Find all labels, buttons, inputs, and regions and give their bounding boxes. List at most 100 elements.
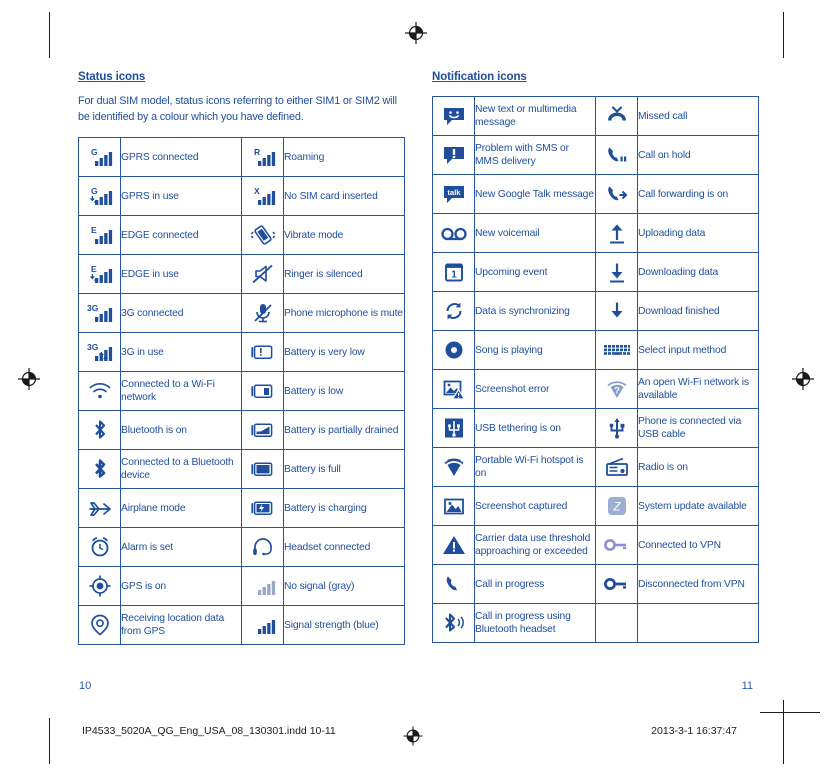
icon-label: Missed call xyxy=(637,96,759,136)
gps-on-icon xyxy=(78,566,121,606)
signal-bars-g-icon: G xyxy=(78,137,121,177)
signal-bars-3g-active-icon: 3G xyxy=(86,341,114,363)
icon-label: Portable Wi-Fi hotspot is on xyxy=(474,447,596,487)
vpn-disconnected-icon xyxy=(595,564,638,604)
usb-tethering-icon xyxy=(432,408,475,448)
missed-call-icon xyxy=(595,96,638,136)
table-row: Portable Wi-Fi hotspot is on Radio is on xyxy=(432,447,759,487)
signal-bars-r-icon: R xyxy=(241,137,284,177)
icon-label: Battery is very low xyxy=(283,332,405,372)
signal-bars-3g-active-icon: 3G xyxy=(78,332,121,372)
icon-label: Call forwarding is on xyxy=(637,174,759,214)
table-row: Song is playing Select input method xyxy=(432,330,759,370)
table-row: talk New Google Talk message Call forward… xyxy=(432,174,759,214)
icon-label: Problem with SMS or MMS delivery xyxy=(474,135,596,175)
icon-label: Upcoming event xyxy=(474,252,596,292)
alarm-clock-icon xyxy=(88,535,112,559)
calendar-event-icon: 1 xyxy=(443,261,465,283)
status-icons-table: G GPRS connected R Roaming G GPRS in use X No … xyxy=(78,137,405,645)
usb-cable-icon xyxy=(606,416,628,440)
table-row: Problem with SMS or MMS delivery Call on… xyxy=(432,135,759,175)
alarm-clock-icon xyxy=(78,527,121,567)
registration-mark-top xyxy=(405,22,427,44)
icon-label: Battery is charging xyxy=(283,488,405,528)
voicemail-icon xyxy=(440,223,468,243)
call-in-progress-icon xyxy=(443,573,465,595)
table-row: Carrier data use threshold approaching o… xyxy=(432,525,759,565)
table-row: Call in progress Disconnected from VPN xyxy=(432,564,759,604)
icon-label: Select input method xyxy=(637,330,759,370)
wifi-hotspot-icon xyxy=(432,447,475,487)
icon-label: Song is playing xyxy=(474,330,596,370)
radio-icon xyxy=(595,447,638,487)
bluetooth-call-icon xyxy=(441,611,467,635)
gps-receiving-icon xyxy=(78,605,121,645)
battery-very-low-icon xyxy=(241,332,284,372)
screenshot-captured-icon xyxy=(432,486,475,526)
svg-text:E: E xyxy=(91,264,97,274)
crop-mark-bottom-right-horizontal xyxy=(760,712,820,713)
battery-low-icon xyxy=(241,371,284,411)
table-row: Connected to a Bluetooth device Battery … xyxy=(78,449,405,489)
status-icons-page: Status icons For dual SIM model, status … xyxy=(78,70,405,645)
print-timestamp: 2013-3-1 16:37:47 xyxy=(651,725,737,737)
signal-bars-g-active-icon: G xyxy=(86,185,114,207)
table-row: G GPRS connected R Roaming xyxy=(78,137,405,177)
svg-text:?: ? xyxy=(614,386,620,397)
bluetooth-connected-icon xyxy=(90,457,110,481)
icon-label: USB tethering is on xyxy=(474,408,596,448)
table-row: Call in progress using Bluetooth headset xyxy=(432,603,759,643)
svg-text:1: 1 xyxy=(451,270,457,281)
svg-text:talk: talk xyxy=(447,188,461,197)
status-icons-intro: For dual SIM model, status icons referri… xyxy=(78,95,397,123)
icon-label: No SIM card inserted xyxy=(283,176,405,216)
table-row: Airplane mode Battery is charging xyxy=(78,488,405,528)
missed-call-icon xyxy=(605,106,629,126)
download-arrow-icon xyxy=(595,252,638,292)
screenshot-error-icon xyxy=(442,378,466,400)
message-problem-icon xyxy=(442,144,466,166)
battery-full-icon xyxy=(241,449,284,489)
page-number-left: 10 xyxy=(79,680,92,692)
headset-icon xyxy=(251,536,275,558)
crop-mark-top-left xyxy=(49,12,50,58)
signal-bars-e-icon: E xyxy=(78,215,121,255)
svg-text:G: G xyxy=(91,147,98,157)
battery-partial-icon xyxy=(241,410,284,450)
table-row: 3G 3G connected Phone microphone is mute xyxy=(78,293,405,333)
registration-mark-right xyxy=(792,368,814,390)
signal-bars-e-icon: E xyxy=(86,224,114,246)
status-icons-title: Status icons xyxy=(78,71,146,83)
battery-very-low-icon xyxy=(249,341,277,363)
table-row: USB tethering is on Phone is connected v… xyxy=(432,408,759,448)
airplane-mode-icon xyxy=(78,488,121,528)
usb-cable-icon xyxy=(595,408,638,448)
signal-bars-x-icon: X xyxy=(241,176,284,216)
icon-label: Alarm is set xyxy=(120,527,242,567)
icon-label: Receiving location data from GPS xyxy=(120,605,242,645)
icon-label: Disconnected from VPN xyxy=(637,564,759,604)
icon-label: Battery is low xyxy=(283,371,405,411)
print-filename: IP4533_5020A_QG_Eng_USA_08_130301.indd 1… xyxy=(82,725,336,737)
download-arrow-icon xyxy=(608,261,626,283)
bluetooth-connected-icon xyxy=(78,449,121,489)
notification-icons-title: Notification icons xyxy=(432,71,527,83)
sync-icon xyxy=(432,291,475,331)
keyboard-icon xyxy=(603,342,631,358)
upload-arrow-icon xyxy=(595,213,638,253)
page-number-right: 11 xyxy=(741,680,753,692)
icon-label: Call on hold xyxy=(637,135,759,175)
music-playing-icon xyxy=(432,330,475,370)
wifi-open-network-icon: ? xyxy=(595,369,638,409)
icon-label: Connected to a Wi-Fi network xyxy=(120,371,242,411)
table-row: E EDGE in use Ringer is silenced xyxy=(78,254,405,294)
icon-label: No signal (gray) xyxy=(283,566,405,606)
signal-no-gray-icon xyxy=(241,566,284,606)
icon-label: Phone microphone is mute xyxy=(283,293,405,333)
music-playing-icon xyxy=(443,339,465,361)
bluetooth-call-icon xyxy=(432,603,475,643)
icon-label: Call in progress using Bluetooth headset xyxy=(474,603,596,643)
google-talk-icon: talk xyxy=(432,174,475,214)
signal-bars-x-icon: X xyxy=(249,185,277,207)
crop-mark-bottom-right xyxy=(783,700,784,764)
